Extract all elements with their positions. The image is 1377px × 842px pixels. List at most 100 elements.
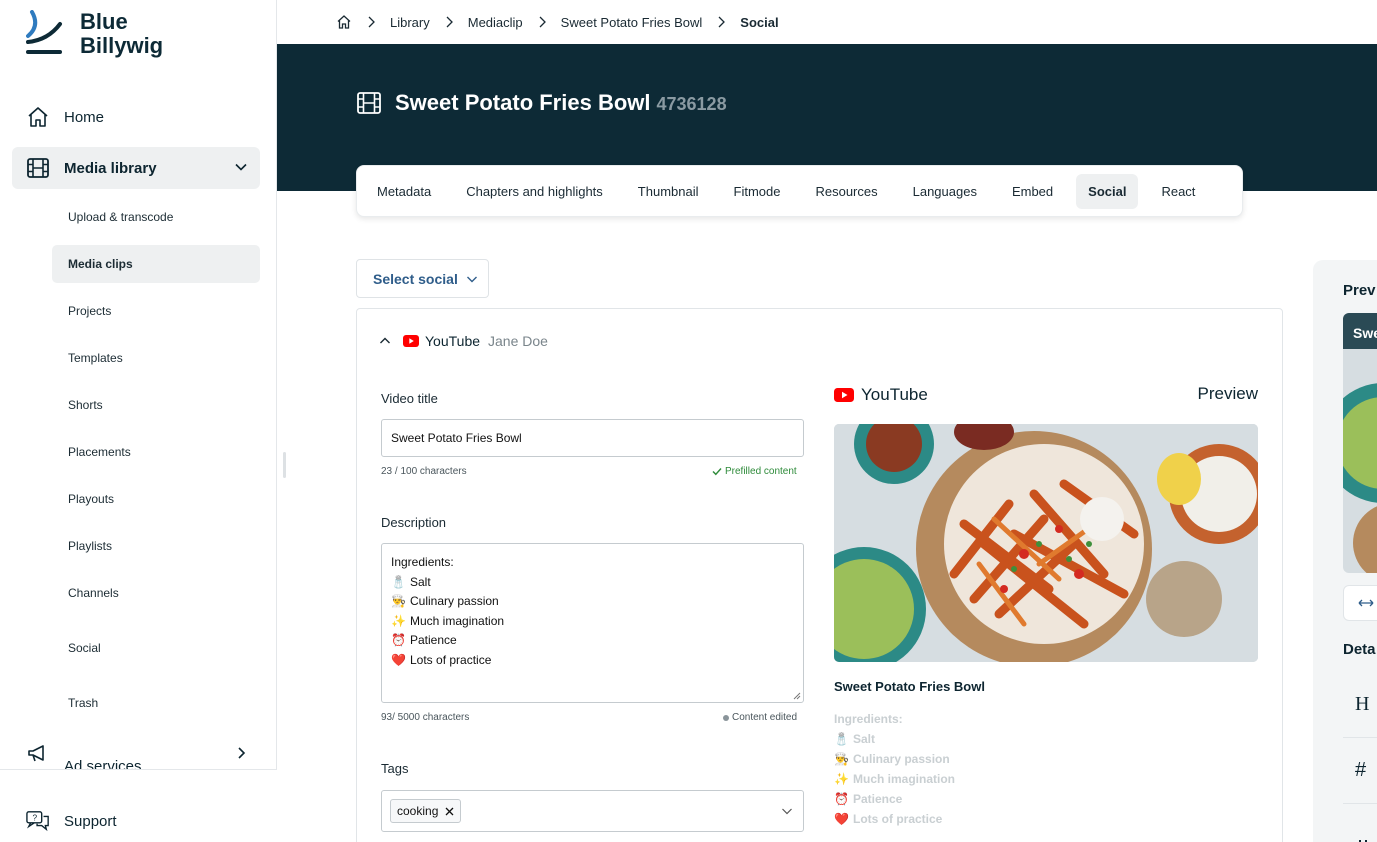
heading-icon: H (1355, 693, 1370, 715)
brand-line2: Billywig (80, 33, 164, 58)
nav-home-label: Home (64, 108, 105, 126)
title-status: Prefilled content (712, 466, 797, 477)
tab-embed[interactable]: Embed (1000, 174, 1065, 209)
breadcrumb-clip[interactable]: Sweet Potato Fries Bowl (561, 15, 703, 30)
support-section: ? Support (0, 769, 277, 842)
nav-media-library-label: Media library (64, 159, 157, 177)
textarea-resize-icon[interactable] (793, 692, 801, 700)
nav-home[interactable]: Home (12, 96, 260, 138)
film-icon (357, 92, 381, 114)
video-title-value: Sweet Potato Fries Bowl (391, 431, 522, 445)
heart-emoji-icon: ❤️ (834, 812, 849, 826)
chef-emoji-icon: 👨‍🍳 (834, 752, 849, 766)
support-chat-icon: ? (26, 809, 50, 833)
right-panel-fit-button[interactable] (1343, 585, 1377, 621)
tab-thumbnail[interactable]: Thumbnail (626, 174, 711, 209)
chef-emoji-icon: 👨‍🍳 (391, 594, 406, 608)
sidebar-item-templates[interactable]: Templates (52, 339, 260, 377)
preview-platform: YouTube (861, 385, 928, 404)
sidebar-item-media-clips[interactable]: Media clips (52, 245, 260, 283)
preview-header: YouTube Preview (834, 384, 1258, 406)
select-social-dropdown[interactable]: Select social (356, 259, 489, 298)
tab-languages[interactable]: Languages (901, 174, 989, 209)
brand-line1: Blue (80, 9, 128, 34)
sidebar-item-social[interactable]: Social (52, 629, 260, 667)
right-panel-title: Prev (1343, 282, 1376, 299)
sidebar: Blue Billywig Home Media library Upload … (0, 0, 277, 842)
preview-description: Ingredients: 🧂 Salt 👨‍🍳 Culinary passion ✨… (834, 709, 955, 829)
film-icon (26, 156, 50, 180)
nav-media-library[interactable]: Media library (12, 147, 260, 189)
nav-support[interactable]: ? Support (12, 800, 260, 842)
breadcrumb-separator-icon (366, 16, 376, 28)
chevron-up-icon[interactable] (379, 336, 391, 346)
sidebar-resize-handle[interactable] (283, 452, 286, 478)
chevron-down-icon (234, 160, 248, 178)
heading-format-button[interactable]: H (1343, 672, 1377, 738)
sidebar-item-playouts[interactable]: Playouts (52, 480, 260, 518)
tab-metadata[interactable]: Metadata (365, 174, 443, 209)
tab-fitmode[interactable]: Fitmode (722, 174, 793, 209)
salt-emoji-icon: 🧂 (834, 732, 849, 746)
hashtag-icon: # (1355, 759, 1367, 781)
breadcrumb-mediaclip[interactable]: Mediaclip (468, 15, 523, 30)
tab-social[interactable]: Social (1076, 173, 1139, 209)
tab-resources[interactable]: Resources (803, 174, 889, 209)
description-status: Content edited (723, 712, 797, 723)
check-icon (712, 467, 722, 476)
sidebar-item-channels[interactable]: Channels (52, 574, 260, 612)
tags-input[interactable]: cooking (381, 790, 804, 832)
hashtag-button[interactable]: # (1343, 738, 1377, 804)
svg-text:?: ? (32, 813, 37, 823)
sparkles-emoji-icon: ✨ (391, 613, 406, 628)
calendar-button[interactable] (1343, 804, 1377, 842)
alarm-clock-emoji-icon: ⏰ (834, 792, 849, 806)
page-title: Sweet Potato Fries Bowl (395, 90, 651, 115)
select-social-label: Select social (373, 270, 458, 287)
social-account-name: Jane Doe (488, 333, 548, 349)
chevron-down-icon[interactable] (781, 805, 793, 817)
preview-thumbnail (834, 424, 1258, 662)
sidebar-item-trash[interactable]: Trash (52, 684, 260, 722)
home-icon (26, 105, 50, 129)
sidebar-item-shorts[interactable]: Shorts (52, 386, 260, 424)
video-title-input[interactable]: Sweet Potato Fries Bowl (381, 419, 804, 457)
sparkles-emoji-icon: ✨ (834, 772, 849, 786)
right-thumb-text: Swe (1353, 325, 1377, 341)
title-char-count: 23 / 100 characters (381, 466, 467, 477)
clip-id: 4736128 (656, 93, 727, 114)
breadcrumb-separator-icon (537, 16, 547, 28)
youtube-icon (403, 335, 419, 347)
sidebar-item-projects[interactable]: Projects (52, 292, 260, 330)
description-heading: Ingredients: (391, 555, 454, 569)
salt-emoji-icon: 🧂 (391, 574, 406, 589)
dot-icon (723, 714, 729, 721)
nav-support-label: Support (64, 812, 117, 830)
social-card-header[interactable]: YouTube Jane Doe (379, 333, 548, 349)
sidebar-item-playlists[interactable]: Playlists (52, 527, 260, 565)
breadcrumb: Library Mediaclip Sweet Potato Fries Bow… (336, 0, 779, 44)
sidebar-item-placements[interactable]: Placements (52, 433, 260, 471)
sidebar-item-upload[interactable]: Upload & transcode (52, 198, 260, 236)
tag-chip-label: cooking (397, 804, 439, 818)
chevron-right-icon (234, 746, 248, 764)
tab-react[interactable]: React (1149, 174, 1207, 209)
close-icon[interactable] (445, 807, 454, 816)
logo-mark-icon (26, 10, 62, 54)
nav-ad-services[interactable]: Ad services (12, 733, 260, 769)
tag-chip: cooking (390, 799, 462, 823)
right-panel-thumbnail: Swe (1343, 313, 1377, 573)
description-textarea[interactable]: Ingredients: 🧂 Salt 👨‍🍳 Culinary passion ✨… (381, 543, 804, 703)
social-platform-name: YouTube (425, 333, 481, 349)
preview-label: Preview (1197, 384, 1258, 403)
alarm-clock-emoji-icon: ⏰ (391, 633, 406, 647)
nav-ad-services-label: Ad services (64, 758, 142, 769)
resize-horizontal-icon (1358, 597, 1374, 609)
breadcrumb-home-icon[interactable] (336, 14, 352, 30)
tab-chapters[interactable]: Chapters and highlights (454, 174, 615, 209)
right-panel-details-title: Deta (1343, 641, 1376, 658)
breadcrumb-separator-icon (716, 16, 726, 28)
breadcrumb-library[interactable]: Library (390, 15, 430, 30)
brand-logo[interactable]: Blue Billywig (26, 10, 163, 58)
tab-bar: Metadata Chapters and highlights Thumbna… (356, 165, 1243, 217)
